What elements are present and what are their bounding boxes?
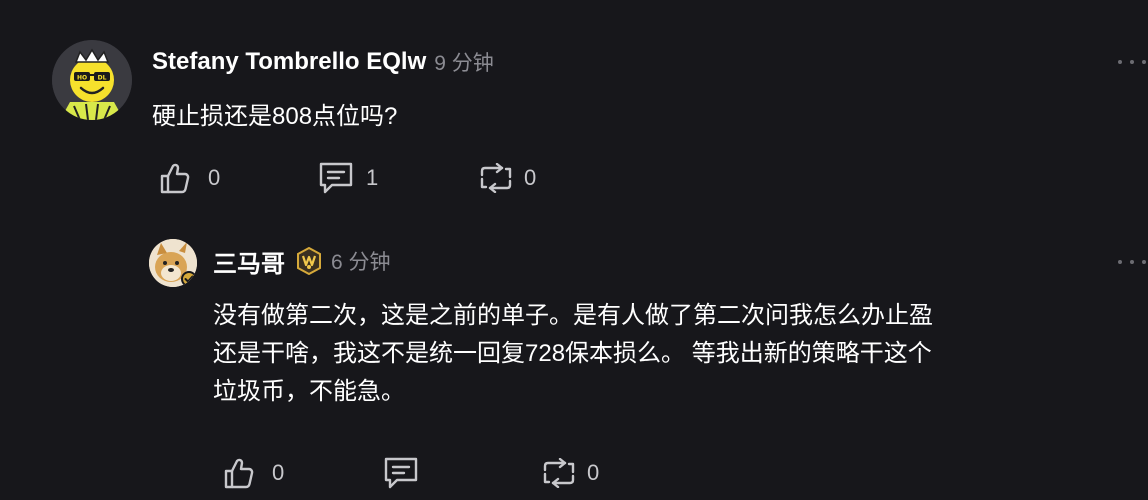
comment-body-line: 没有做第二次，这是之前的单子。是有人做了第二次问我怎么办止盈: [213, 302, 933, 329]
hodl-smiley-avatar-icon: HO DL: [52, 40, 132, 120]
more-options-icon[interactable]: [1118, 58, 1146, 66]
comment-icon: [319, 162, 353, 194]
comment-body-line: 还是干啥，我这不是统一回复728保本损么。 等我出新的策略干这个: [213, 340, 932, 367]
repost-button[interactable]: 0: [478, 158, 536, 198]
like-button[interactable]: 0: [224, 453, 284, 493]
reply-button[interactable]: 1: [318, 158, 378, 198]
reply-count: 1: [366, 165, 379, 190]
avatar[interactable]: HO DL: [52, 40, 132, 120]
comment-header: Stefany Tombrello EQlw 9 分钟: [152, 46, 494, 78]
svg-text:HO: HO: [77, 75, 87, 82]
username[interactable]: 三马哥: [213, 244, 285, 279]
comment-body: 没有做第二次，这是之前的单子。是有人做了第二次问我怎么办止盈 还是干啥，我这不是…: [213, 297, 1073, 411]
gold-hexagon-badge-icon: [295, 246, 323, 276]
timestamp: 6 分钟: [331, 251, 391, 274]
comment-icon: [384, 457, 418, 489]
repost-count: 0: [587, 460, 600, 485]
like-button[interactable]: 0: [160, 158, 220, 198]
repost-icon: [543, 458, 575, 488]
svg-text:DL: DL: [98, 75, 107, 82]
comment-body-line: 垃圾币，不能急。: [213, 378, 405, 405]
repost-count: 0: [524, 165, 537, 190]
more-options-icon[interactable]: [1118, 258, 1146, 266]
avatar[interactable]: [149, 239, 197, 287]
thumbs-up-icon: [224, 458, 254, 489]
comment-body: 硬止损还是808点位吗?: [152, 103, 398, 130]
like-count: 0: [272, 460, 285, 485]
thumbs-up-icon: [160, 163, 190, 194]
repost-button[interactable]: 0: [541, 453, 599, 493]
comment-thread: HO DL Stefany Tombrello EQlw 9 分钟 硬止损还是8…: [0, 0, 1148, 500]
repost-icon: [480, 163, 512, 193]
doge-avatar-icon: [149, 239, 197, 287]
timestamp: 9 分钟: [434, 52, 494, 75]
username[interactable]: Stefany Tombrello EQlw: [152, 48, 426, 76]
comment-header: 三马哥 6 分钟: [213, 244, 391, 278]
reply-button[interactable]: [383, 453, 419, 493]
like-count: 0: [208, 165, 221, 190]
